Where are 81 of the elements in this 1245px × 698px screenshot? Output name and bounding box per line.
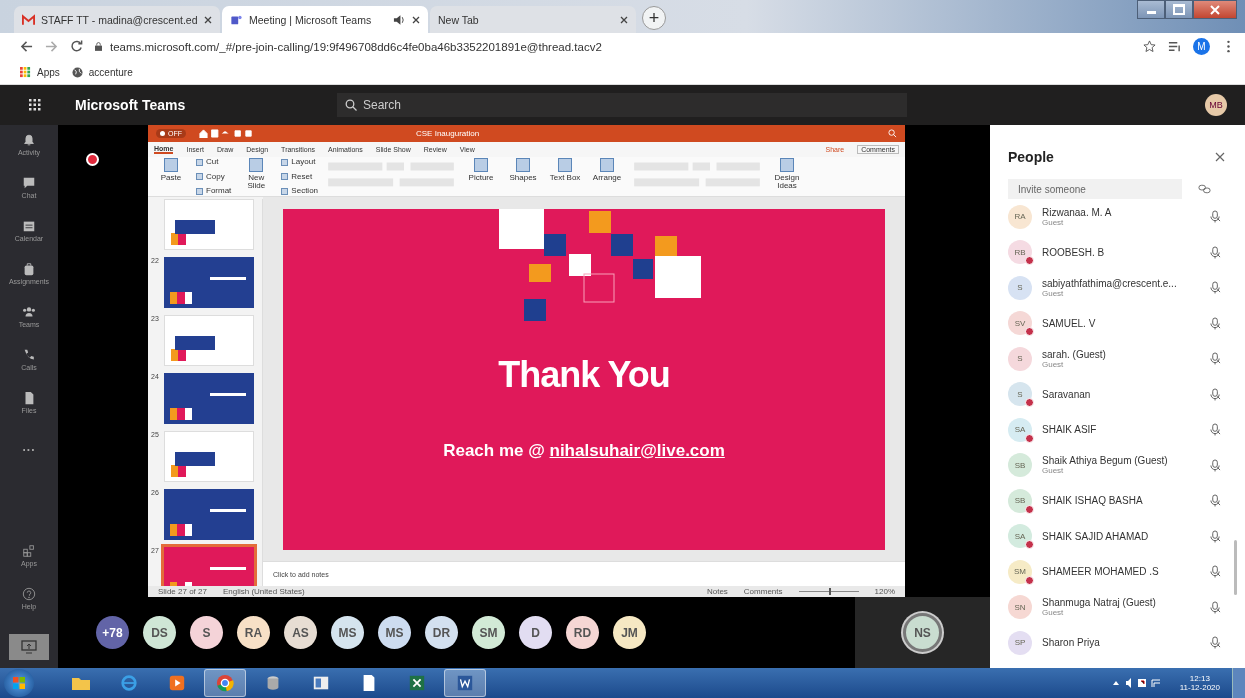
ribbon-button[interactable]: Picture — [464, 158, 499, 195]
participant-role: Guest — [1042, 608, 1065, 618]
zoom-level: 120% — [874, 587, 895, 596]
participant-avatar[interactable]: +78 — [96, 616, 129, 649]
participant-avatar[interactable]: SM — [472, 616, 505, 649]
ribbon-button[interactable]: Text Box — [548, 158, 583, 195]
participant-avatar: SA — [1008, 417, 1032, 442]
participant-name: SHAIK SAJID AHAMAD — [1042, 530, 1150, 542]
participant-avatar: SN — [1008, 595, 1032, 620]
app-title: Microsoft Teams — [75, 97, 187, 113]
participant-avatar[interactable]: DR — [425, 616, 458, 649]
notes-button[interactable]: Notes — [706, 587, 728, 596]
document-title: CSE Inauguration — [416, 129, 480, 138]
ribbon-button[interactable]: Cut — [196, 158, 232, 166]
participant-name: Sharon Priya — [1042, 637, 1101, 649]
participant-avatar: S — [1008, 275, 1032, 300]
participant-name: SAMUEL. V — [1042, 317, 1097, 329]
ribbon-button[interactable]: Paste — [154, 158, 188, 195]
participant-avatar: S — [1008, 346, 1032, 371]
participant-avatar[interactable]: RD — [566, 616, 599, 649]
ribbon-button[interactable]: Shapes — [506, 158, 541, 195]
ribbon-button[interactable]: Design Ideas — [770, 158, 805, 195]
participant-role: Guest — [1042, 359, 1065, 369]
ribbon-button[interactable]: Arrange — [590, 158, 625, 195]
browser-tab[interactable]: STAFF TT - madina@crescent.ed — [14, 6, 220, 33]
panel-title: People — [1008, 149, 1054, 165]
participant-name: Rizwanaa. M. A — [1042, 206, 1113, 218]
bookmark[interactable]: Apps — [20, 66, 60, 78]
participant-role: Guest — [1042, 288, 1064, 298]
ribbon-button[interactable]: Format — [196, 187, 232, 195]
rail-item[interactable]: ... — [22, 434, 36, 477]
participant-avatar[interactable]: D — [519, 616, 552, 649]
participant-avatar[interactable]: DS — [143, 616, 176, 649]
address-bar[interactable]: teams.microsoft.com/_#/pre-join-calling/19:9f496708dd6c4fe0ba46b3352201891e@thread.tacv2 — [95, 34, 1131, 59]
participant-avatar[interactable]: AS — [284, 616, 317, 649]
invite-field[interactable]: Invite someone — [1008, 179, 1182, 199]
participant-avatar: SB — [1008, 488, 1032, 513]
participant-name: Shanmuga Natraj (Guest) — [1042, 597, 1157, 609]
ribbon-button[interactable]: Reset — [281, 172, 319, 181]
participant-name: sarah. (Guest) — [1042, 348, 1107, 360]
participant-avatar: RB — [1008, 240, 1032, 265]
ribbon-button[interactable]: Section — [281, 187, 319, 195]
participant-name: SHAIK ASIF — [1042, 424, 1098, 436]
profile-avatar[interactable]: M — [1193, 38, 1210, 55]
ribbon-button[interactable]: New Slide — [239, 158, 274, 195]
comments-button[interactable]: Comments — [743, 587, 783, 596]
user-avatar[interactable]: MB — [1205, 94, 1227, 116]
slide-counter: Slide 27 of 27 — [158, 587, 207, 596]
participant-avatar: SV — [1008, 311, 1032, 336]
participant-avatar: SM — [1008, 559, 1032, 584]
language-label: English (United States) — [222, 587, 305, 596]
participant-avatar: S — [1008, 382, 1032, 407]
browser-tab[interactable]: Meeting | Microsoft Teams — [222, 6, 428, 33]
bookmark[interactable]: accenture — [71, 66, 133, 78]
participant-name: SHAIK ISHAQ BASHA — [1042, 495, 1144, 507]
browser-tab[interactable]: New Tab — [430, 6, 636, 33]
search-field[interactable]: Search — [337, 93, 907, 117]
participant-name: ROOBESH. B — [1042, 246, 1106, 258]
participant-avatar[interactable]: MS — [331, 616, 364, 649]
participant-avatar[interactable]: JM — [613, 616, 646, 649]
participant-avatar: SB — [1008, 453, 1032, 478]
new-tab-button[interactable]: + — [642, 6, 666, 30]
self-avatar: NS — [903, 613, 942, 652]
slide-title: Thank You — [498, 353, 670, 396]
participant-avatar: SP — [1008, 630, 1032, 655]
participant-name: sabiyathfathima@crescent.e... — [1042, 277, 1178, 289]
email-link[interactable]: nihalsuhair@live.com — [549, 440, 725, 460]
participant-name: Shaik Athiya Begum (Guest) — [1042, 455, 1169, 467]
ribbon-button[interactable]: Copy — [196, 172, 232, 181]
ribbon-button[interactable]: Layout — [281, 158, 319, 166]
clock[interactable]: 12:13 11-12-2020 — [1179, 674, 1220, 692]
participant-avatar[interactable]: RA — [237, 616, 270, 649]
participant-avatar: RA — [1008, 204, 1032, 229]
participant-avatar[interactable]: MS — [378, 616, 411, 649]
contact-line: Reach me @ nihalsuhair@live.com — [443, 440, 725, 461]
participant-avatar: SA — [1008, 524, 1032, 549]
participant-role: Guest — [1042, 466, 1065, 476]
participant-role: Guest — [1042, 217, 1065, 227]
participant-avatar[interactable]: S — [190, 616, 223, 649]
participant-name: Saravanan — [1042, 388, 1092, 400]
participant-name: SHAMEER MOHAMED .S — [1042, 566, 1160, 578]
